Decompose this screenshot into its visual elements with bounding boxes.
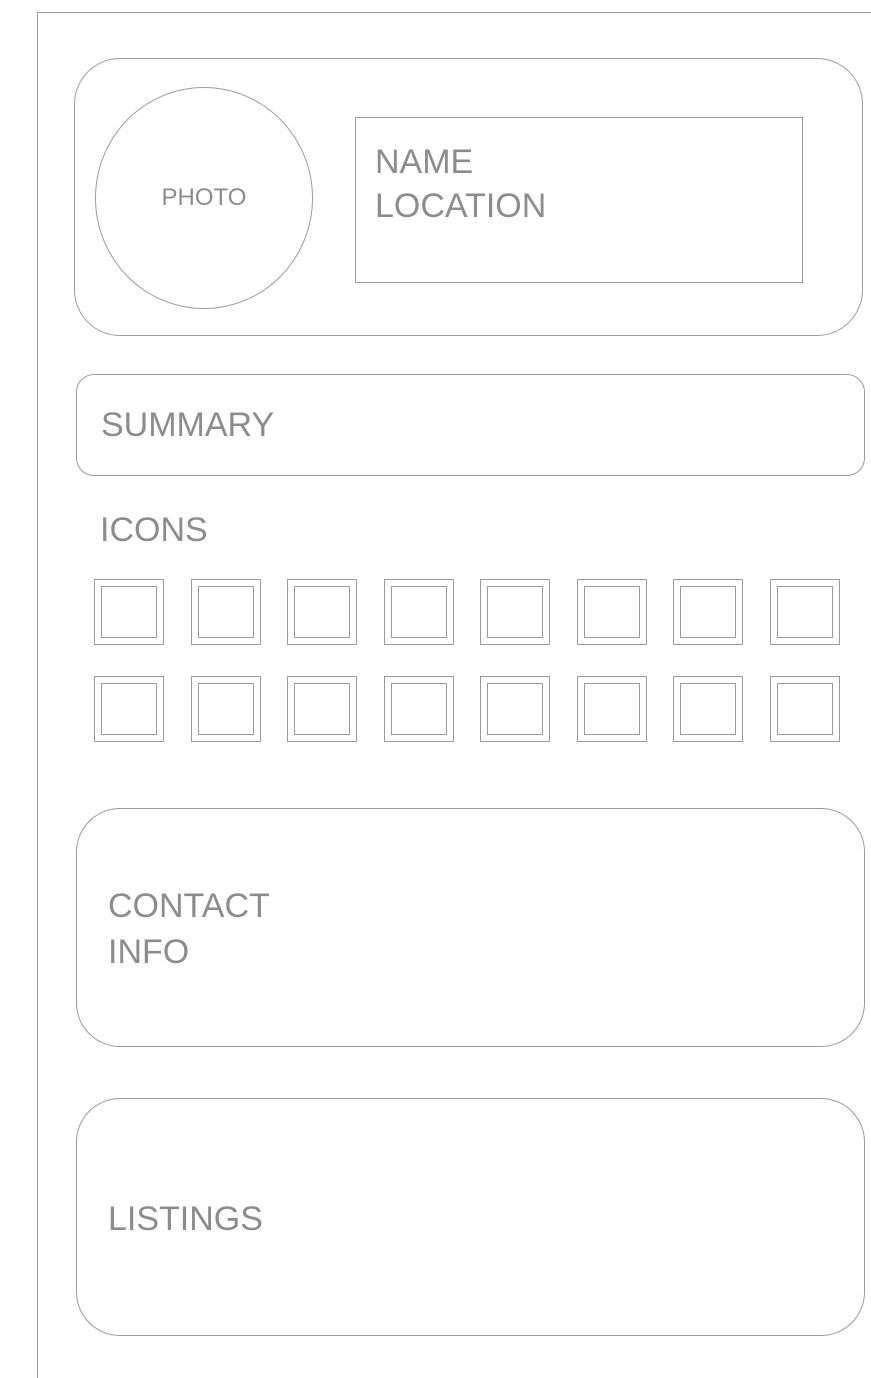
icon-placeholder[interactable] xyxy=(576,676,647,742)
icon-placeholder[interactable] xyxy=(94,579,164,645)
icon-placeholder-inner xyxy=(390,586,447,638)
icon-placeholder[interactable] xyxy=(480,676,550,742)
icon-placeholder-inner xyxy=(776,683,833,735)
icon-placeholder-inner xyxy=(294,586,350,638)
icon-placeholder[interactable] xyxy=(190,676,261,742)
icon-placeholder[interactable] xyxy=(576,579,647,645)
icon-placeholder-inner xyxy=(294,683,350,735)
icon-placeholder[interactable] xyxy=(769,579,840,645)
profile-photo-placeholder[interactable]: PHOTO xyxy=(95,87,313,309)
icon-placeholder[interactable] xyxy=(94,676,164,742)
contact-label-line1: CONTACT xyxy=(108,887,270,925)
photo-label: PHOTO xyxy=(161,184,247,211)
icon-placeholder-inner xyxy=(197,683,254,735)
icon-placeholder[interactable] xyxy=(383,579,454,645)
summary-box: SUMMARY xyxy=(76,374,865,476)
name-label: NAME xyxy=(375,143,474,181)
summary-label: SUMMARY xyxy=(101,406,275,444)
contact-label-line2: INFO xyxy=(108,933,190,971)
icon-grid xyxy=(94,579,844,745)
icon-placeholder-inner xyxy=(487,683,543,735)
icon-placeholder-inner xyxy=(680,683,736,735)
icon-placeholder[interactable] xyxy=(383,676,454,742)
icon-placeholder-inner xyxy=(101,683,157,735)
icon-placeholder-inner xyxy=(101,586,157,638)
icon-placeholder[interactable] xyxy=(673,579,743,645)
icon-placeholder[interactable] xyxy=(673,676,743,742)
icon-placeholder[interactable] xyxy=(287,579,357,645)
listings-box: LISTINGS xyxy=(76,1098,865,1336)
location-label: LOCATION xyxy=(375,187,547,225)
icon-placeholder[interactable] xyxy=(287,676,357,742)
icon-placeholder-inner xyxy=(680,586,736,638)
icon-placeholder-inner xyxy=(487,586,543,638)
icon-placeholder-inner xyxy=(583,586,640,638)
icon-placeholder[interactable] xyxy=(480,579,550,645)
contact-info-box: CONTACT INFO xyxy=(76,808,865,1047)
icon-placeholder[interactable] xyxy=(769,676,840,742)
listings-label: LISTINGS xyxy=(108,1200,263,1238)
name-location-box: NAME LOCATION xyxy=(355,117,803,283)
icon-placeholder-inner xyxy=(197,586,254,638)
icon-placeholder-inner xyxy=(583,683,640,735)
icons-section-label: ICONS xyxy=(100,511,208,549)
icon-placeholder[interactable] xyxy=(190,579,261,645)
icon-placeholder-inner xyxy=(390,683,447,735)
icon-placeholder-inner xyxy=(776,586,833,638)
